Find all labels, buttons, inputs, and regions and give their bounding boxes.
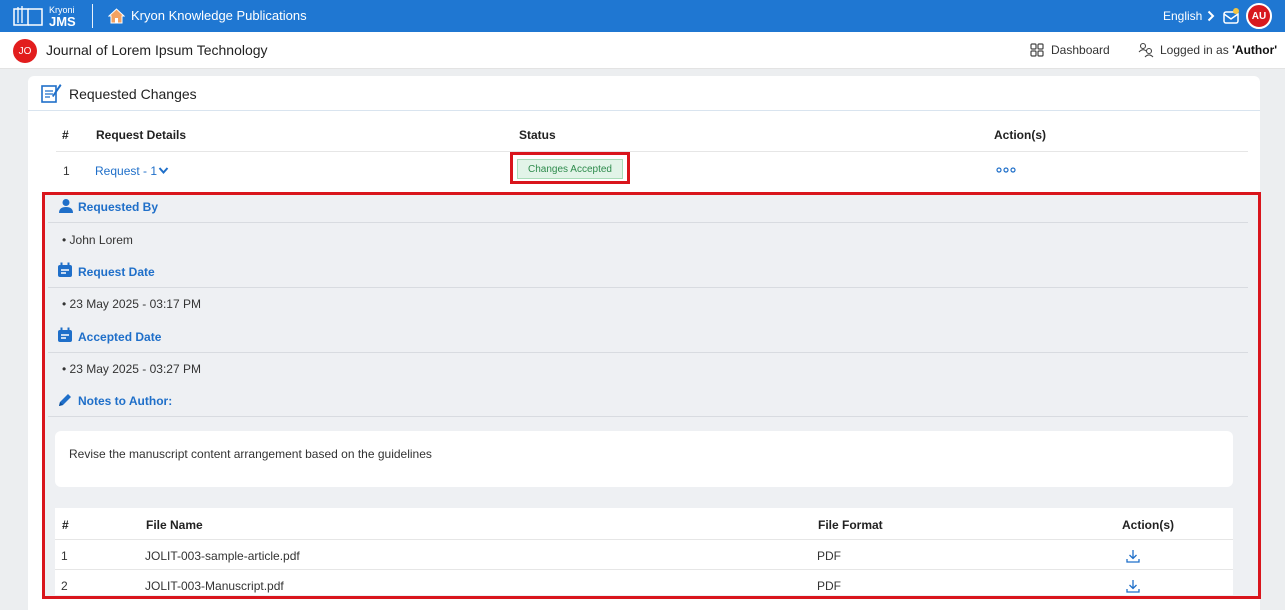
top-bar: Kryoni JMS Kryon Knowledge Publications …: [0, 0, 1285, 32]
col-actions-header: Action(s): [994, 128, 1046, 142]
status-badge: Changes Accepted: [517, 159, 623, 179]
calendar-icon: [58, 327, 72, 342]
section-divider: [48, 222, 1248, 223]
col-request-details-header: Request Details: [96, 128, 187, 142]
section-divider: [48, 287, 1248, 288]
calendar-icon: [58, 262, 72, 277]
user-avatar[interactable]: AU: [1246, 3, 1272, 29]
more-dots-icon[interactable]: [996, 167, 1016, 173]
language-selector[interactable]: English: [1163, 9, 1202, 23]
request-index: 1: [63, 164, 70, 178]
request-date-label: Request Date: [78, 265, 155, 279]
journal-avatar: JO: [13, 39, 37, 63]
download-icon[interactable]: [1126, 579, 1140, 593]
file-col-actions-header: Action(s): [1122, 518, 1174, 532]
accepted-date-value: • 23 May 2025 - 03:27 PM: [62, 362, 201, 376]
logged-in-role: 'Author': [1232, 43, 1278, 57]
requested-by-value: • John Lorem: [62, 233, 133, 247]
file-row-name: JOLIT-003-sample-article.pdf: [145, 549, 300, 563]
journal-title: Journal of Lorem Ipsum Technology: [46, 42, 268, 58]
publisher-name[interactable]: Kryon Knowledge Publications: [131, 8, 307, 23]
file-row-name: JOLIT-003-Manuscript.pdf: [145, 579, 284, 593]
chevron-down-icon[interactable]: [158, 166, 169, 175]
topbar-divider: [92, 4, 93, 28]
section-divider: [48, 416, 1248, 417]
request-date-text: 23 May 2025 - 03:17 PM: [69, 297, 201, 311]
journal-header: JO Journal of Lorem Ipsum Technology Das…: [0, 32, 1285, 69]
download-icon[interactable]: [1126, 549, 1140, 563]
col-index-header: #: [62, 128, 69, 142]
card-title: Requested Changes: [69, 86, 197, 102]
card-header-divider: [28, 110, 1260, 111]
mail-icon[interactable]: [1222, 7, 1240, 25]
book-logo-icon: [13, 6, 43, 26]
notes-label: Notes to Author:: [78, 394, 173, 408]
dashboard-grid-icon[interactable]: [1030, 43, 1044, 57]
requested-by-label: Requested By: [78, 200, 159, 214]
accepted-date-label: Accepted Date: [78, 330, 162, 344]
request-toggle-link[interactable]: Request - 1: [95, 164, 157, 178]
requested-by-name: John Lorem: [69, 233, 133, 247]
table-header-divider: [56, 151, 1248, 152]
file-row-format: PDF: [817, 579, 841, 593]
section-divider: [48, 352, 1248, 353]
file-row-divider: [55, 569, 1233, 570]
logged-in-prefix: Logged in as: [1160, 43, 1233, 57]
accepted-date-text: 23 May 2025 - 03:27 PM: [69, 362, 201, 376]
user-switch-icon: [1138, 42, 1154, 58]
edit-document-icon: [41, 84, 62, 103]
brand-name: JMS: [49, 14, 76, 29]
dashboard-link[interactable]: Dashboard: [1051, 43, 1110, 57]
logged-in-status: Logged in as 'Author': [1160, 43, 1277, 57]
brand-logo[interactable]: Kryoni JMS: [12, 3, 76, 29]
file-col-format-header: File Format: [818, 518, 883, 532]
chevron-right-icon[interactable]: [1207, 10, 1215, 22]
pencil-icon: [59, 394, 71, 406]
file-table-divider: [55, 539, 1233, 540]
file-col-name-header: File Name: [146, 518, 203, 532]
request-date-value: • 23 May 2025 - 03:17 PM: [62, 297, 201, 311]
user-icon: [59, 199, 73, 213]
file-row-index: 2: [61, 579, 68, 593]
file-row-index: 1: [61, 549, 68, 563]
file-row-format: PDF: [817, 549, 841, 563]
notes-text: Revise the manuscript content arrangemen…: [69, 447, 432, 461]
col-status-header: Status: [519, 128, 556, 142]
file-col-index-header: #: [62, 518, 69, 532]
home-icon[interactable]: [108, 8, 125, 24]
